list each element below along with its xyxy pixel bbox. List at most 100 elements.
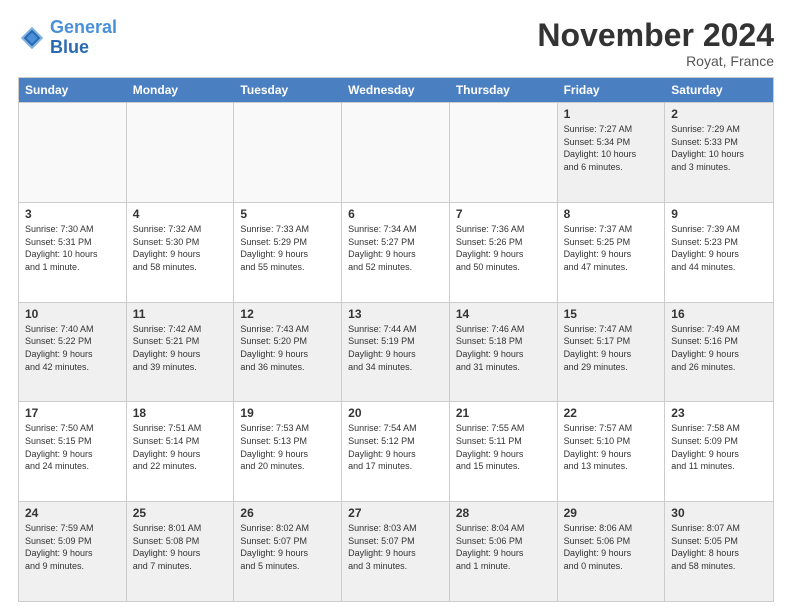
calendar-cell (450, 103, 558, 202)
cell-info: Sunrise: 8:07 AMSunset: 5:05 PMDaylight:… (671, 522, 767, 572)
day-number: 6 (348, 207, 443, 221)
day-number: 20 (348, 406, 443, 420)
calendar-cell (127, 103, 235, 202)
calendar-row: 1Sunrise: 7:27 AMSunset: 5:34 PMDaylight… (19, 102, 773, 202)
day-number: 5 (240, 207, 335, 221)
day-number: 30 (671, 506, 767, 520)
cell-info: Sunrise: 7:55 AMSunset: 5:11 PMDaylight:… (456, 422, 551, 472)
header-day: Saturday (665, 78, 773, 102)
calendar-cell: 8 Sunrise: 7:37 AMSunset: 5:25 PMDaylight… (558, 203, 666, 302)
calendar-cell: 5 Sunrise: 7:33 AMSunset: 5:29 PMDaylight… (234, 203, 342, 302)
day-number: 1 (564, 107, 659, 121)
calendar-cell: 28 Sunrise: 8:04 AMSunset: 5:06 PMDayligh… (450, 502, 558, 601)
month-title: November 2024 (537, 18, 774, 53)
day-number: 21 (456, 406, 551, 420)
day-number: 24 (25, 506, 120, 520)
calendar-body: 1Sunrise: 7:27 AMSunset: 5:34 PMDaylight… (19, 102, 773, 601)
day-number: 25 (133, 506, 228, 520)
cell-info: Sunrise: 7:34 AMSunset: 5:27 PMDaylight:… (348, 223, 443, 273)
calendar-row: 17Sunrise: 7:50 AMSunset: 5:15 PMDayligh… (19, 401, 773, 501)
day-number: 27 (348, 506, 443, 520)
day-number: 16 (671, 307, 767, 321)
calendar-cell: 11 Sunrise: 7:42 AMSunset: 5:21 PMDayligh… (127, 303, 235, 402)
calendar-cell: 22Sunrise: 7:57 AMSunset: 5:10 PMDayligh… (558, 402, 666, 501)
cell-info: Sunrise: 7:49 AMSunset: 5:16 PMDaylight:… (671, 323, 767, 373)
calendar-cell: 12 Sunrise: 7:43 AMSunset: 5:20 PMDayligh… (234, 303, 342, 402)
calendar-cell: 24 Sunrise: 7:59 AMSunset: 5:09 PMDayligh… (19, 502, 127, 601)
cell-info: Sunrise: 7:54 AMSunset: 5:12 PMDaylight:… (348, 422, 443, 472)
calendar-cell: 13Sunrise: 7:44 AMSunset: 5:19 PMDayligh… (342, 303, 450, 402)
calendar-cell: 18 Sunrise: 7:51 AMSunset: 5:14 PMDayligh… (127, 402, 235, 501)
calendar-cell (342, 103, 450, 202)
calendar-cell: 23 Sunrise: 7:58 AMSunset: 5:09 PMDayligh… (665, 402, 773, 501)
cell-info: Sunrise: 8:04 AMSunset: 5:06 PMDaylight:… (456, 522, 551, 572)
cell-info: Sunrise: 7:43 AMSunset: 5:20 PMDaylight:… (240, 323, 335, 373)
cell-info: Sunrise: 7:59 AMSunset: 5:09 PMDaylight:… (25, 522, 120, 572)
calendar-row: 24 Sunrise: 7:59 AMSunset: 5:09 PMDayligh… (19, 501, 773, 601)
header-day: Sunday (19, 78, 127, 102)
logo: General Blue (18, 18, 117, 58)
calendar-row: 3 Sunrise: 7:30 AMSunset: 5:31 PMDaylight… (19, 202, 773, 302)
calendar-cell: 27Sunrise: 8:03 AMSunset: 5:07 PMDayligh… (342, 502, 450, 601)
calendar-cell: 26 Sunrise: 8:02 AMSunset: 5:07 PMDayligh… (234, 502, 342, 601)
day-number: 2 (671, 107, 767, 121)
header-day: Wednesday (342, 78, 450, 102)
cell-info: Sunrise: 7:57 AMSunset: 5:10 PMDaylight:… (564, 422, 659, 472)
calendar: SundayMondayTuesdayWednesdayThursdayFrid… (18, 77, 774, 602)
day-number: 18 (133, 406, 228, 420)
calendar-cell: 14 Sunrise: 7:46 AMSunset: 5:18 PMDayligh… (450, 303, 558, 402)
calendar-cell: 16 Sunrise: 7:49 AMSunset: 5:16 PMDayligh… (665, 303, 773, 402)
day-number: 11 (133, 307, 228, 321)
cell-info: Sunrise: 7:58 AMSunset: 5:09 PMDaylight:… (671, 422, 767, 472)
day-number: 28 (456, 506, 551, 520)
cell-info: Sunrise: 7:47 AMSunset: 5:17 PMDaylight:… (564, 323, 659, 373)
header-day: Friday (558, 78, 666, 102)
calendar-cell (234, 103, 342, 202)
cell-info: Sunrise: 7:30 AMSunset: 5:31 PMDaylight:… (25, 223, 120, 273)
calendar-cell: 6 Sunrise: 7:34 AMSunset: 5:27 PMDaylight… (342, 203, 450, 302)
cell-info: Sunrise: 7:50 AMSunset: 5:15 PMDaylight:… (25, 422, 120, 472)
location: Royat, France (537, 53, 774, 69)
calendar-cell: 29Sunrise: 8:06 AMSunset: 5:06 PMDayligh… (558, 502, 666, 601)
day-number: 14 (456, 307, 551, 321)
cell-info: Sunrise: 7:39 AMSunset: 5:23 PMDaylight:… (671, 223, 767, 273)
cell-info: Sunrise: 8:01 AMSunset: 5:08 PMDaylight:… (133, 522, 228, 572)
cell-info: Sunrise: 8:06 AMSunset: 5:06 PMDaylight:… (564, 522, 659, 572)
calendar-cell: 1Sunrise: 7:27 AMSunset: 5:34 PMDaylight… (558, 103, 666, 202)
cell-info: Sunrise: 7:44 AMSunset: 5:19 PMDaylight:… (348, 323, 443, 373)
header-day: Thursday (450, 78, 558, 102)
cell-info: Sunrise: 7:42 AMSunset: 5:21 PMDaylight:… (133, 323, 228, 373)
day-number: 9 (671, 207, 767, 221)
calendar-cell: 17Sunrise: 7:50 AMSunset: 5:15 PMDayligh… (19, 402, 127, 501)
logo-icon (18, 24, 46, 52)
calendar-row: 10Sunrise: 7:40 AMSunset: 5:22 PMDayligh… (19, 302, 773, 402)
calendar-cell: 30 Sunrise: 8:07 AMSunset: 5:05 PMDayligh… (665, 502, 773, 601)
cell-info: Sunrise: 7:29 AMSunset: 5:33 PMDaylight:… (671, 123, 767, 173)
day-number: 26 (240, 506, 335, 520)
header-day: Monday (127, 78, 235, 102)
cell-info: Sunrise: 7:32 AMSunset: 5:30 PMDaylight:… (133, 223, 228, 273)
header-day: Tuesday (234, 78, 342, 102)
day-number: 7 (456, 207, 551, 221)
day-number: 12 (240, 307, 335, 321)
day-number: 19 (240, 406, 335, 420)
day-number: 8 (564, 207, 659, 221)
cell-info: Sunrise: 7:33 AMSunset: 5:29 PMDaylight:… (240, 223, 335, 273)
cell-info: Sunrise: 7:51 AMSunset: 5:14 PMDaylight:… (133, 422, 228, 472)
cell-info: Sunrise: 7:36 AMSunset: 5:26 PMDaylight:… (456, 223, 551, 273)
day-number: 3 (25, 207, 120, 221)
cell-info: Sunrise: 7:46 AMSunset: 5:18 PMDaylight:… (456, 323, 551, 373)
cell-info: Sunrise: 7:37 AMSunset: 5:25 PMDaylight:… (564, 223, 659, 273)
calendar-cell: 2 Sunrise: 7:29 AMSunset: 5:33 PMDaylight… (665, 103, 773, 202)
calendar-cell: 9 Sunrise: 7:39 AMSunset: 5:23 PMDaylight… (665, 203, 773, 302)
cell-info: Sunrise: 7:53 AMSunset: 5:13 PMDaylight:… (240, 422, 335, 472)
day-number: 10 (25, 307, 120, 321)
calendar-cell: 3 Sunrise: 7:30 AMSunset: 5:31 PMDaylight… (19, 203, 127, 302)
calendar-cell: 25 Sunrise: 8:01 AMSunset: 5:08 PMDayligh… (127, 502, 235, 601)
title-block: November 2024 Royat, France (537, 18, 774, 69)
day-number: 15 (564, 307, 659, 321)
logo-text: General Blue (50, 18, 117, 58)
cell-info: Sunrise: 8:02 AMSunset: 5:07 PMDaylight:… (240, 522, 335, 572)
day-number: 4 (133, 207, 228, 221)
day-number: 23 (671, 406, 767, 420)
